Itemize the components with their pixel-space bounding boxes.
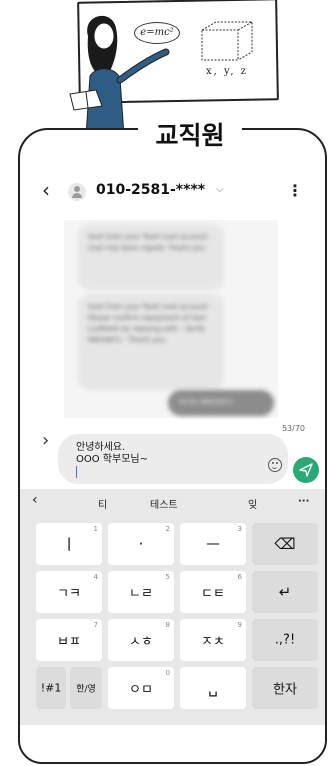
message-input[interactable]: 안녕하세요. OOO 학부모님~ [58, 434, 288, 484]
key-b[interactable]: ㅂㅍ 7 [36, 619, 102, 661]
axes-text: x, y, z [206, 66, 248, 77]
char-counter: 53/70 [281, 424, 305, 433]
cube-drawing-icon [201, 21, 253, 61]
suggestion-2[interactable]: 테스트 [150, 496, 178, 511]
keyboard-back-icon[interactable]: ‹ [32, 492, 38, 508]
key-g[interactable]: ㄱㅋ 4 [36, 571, 102, 613]
suggestion-3[interactable]: 잊 [248, 496, 257, 511]
backspace-icon: ⌫ [274, 535, 296, 553]
symbols-key[interactable]: !#1 [36, 667, 66, 709]
key-dot[interactable]: · 2 [108, 523, 174, 565]
suggestion-bar: ‹ 티 테스트 잊 ··· [20, 489, 325, 519]
message-list: Sent from your Toshi mail account - Loan… [64, 220, 278, 418]
received-message: Sent from your Toshi mail account - Plea… [78, 294, 224, 390]
key-o[interactable]: ㅇㅁ 0 [108, 667, 174, 709]
expand-options-icon[interactable]: › [42, 430, 49, 451]
phone-frame: ‹ 010-2581-**** ⌵ ⋮ Sent from your Toshi… [18, 128, 327, 764]
back-arrow-icon[interactable]: ‹ [42, 178, 50, 202]
sent-message: Verify M60SNY1 [168, 390, 274, 416]
suggestion-1[interactable]: 티 [98, 496, 107, 511]
contact-avatar[interactable] [68, 183, 86, 201]
keyboard: ‹ 티 테스트 잊 ··· ㅣ1 · 2 ㅡ3 ⌫ ㄱㅋ 4 ㄴㄹ 5 ㄷㅌ 6 ↵ ㅂ… [20, 489, 325, 725]
key-s[interactable]: ㅅㅎ 8 [108, 619, 174, 661]
enter-icon: ↵ [278, 583, 292, 601]
send-button[interactable] [293, 457, 319, 483]
key-i[interactable]: ㅣ1 [36, 523, 102, 565]
key-eu[interactable]: ㅡ3 [180, 523, 246, 565]
staff-label: 교직원 [155, 121, 225, 150]
phone-bottom-bezel [20, 730, 325, 762]
space-icon: ␣ [208, 679, 218, 697]
hanja-key[interactable]: 한자 [252, 667, 318, 709]
contact-phone-number[interactable]: 010-2581-**** [96, 182, 205, 198]
space-key[interactable]: ␣ [180, 667, 246, 709]
punctuation-key[interactable]: .,?! [252, 619, 318, 661]
key-j[interactable]: ㅈㅊ 9 [180, 619, 246, 661]
emoji-icon[interactable] [268, 458, 282, 472]
more-options-icon[interactable]: ⋮ [287, 181, 303, 200]
messages-screen: ‹ 010-2581-**** ⌵ ⋮ Sent from your Toshi… [20, 130, 325, 762]
text-caret [76, 466, 77, 478]
received-message: Sent from your Toshi mail account - Loan… [78, 224, 224, 290]
message-input-text[interactable]: 안녕하세요. OOO 학부모님~ [76, 442, 148, 466]
send-icon [299, 463, 313, 477]
conversation-header: ‹ 010-2581-**** ⌵ ⋮ [20, 174, 325, 208]
backspace-key[interactable]: ⌫ [252, 523, 318, 565]
more-suggestions-icon[interactable]: ··· [298, 496, 309, 507]
language-toggle-key[interactable]: 한/영 [70, 667, 102, 709]
key-d[interactable]: ㄷㅌ 6 [180, 571, 246, 613]
chevron-down-icon[interactable]: ⌵ [216, 184, 224, 195]
enter-key[interactable]: ↵ [252, 571, 318, 613]
key-n[interactable]: ㄴㄹ 5 [108, 571, 174, 613]
